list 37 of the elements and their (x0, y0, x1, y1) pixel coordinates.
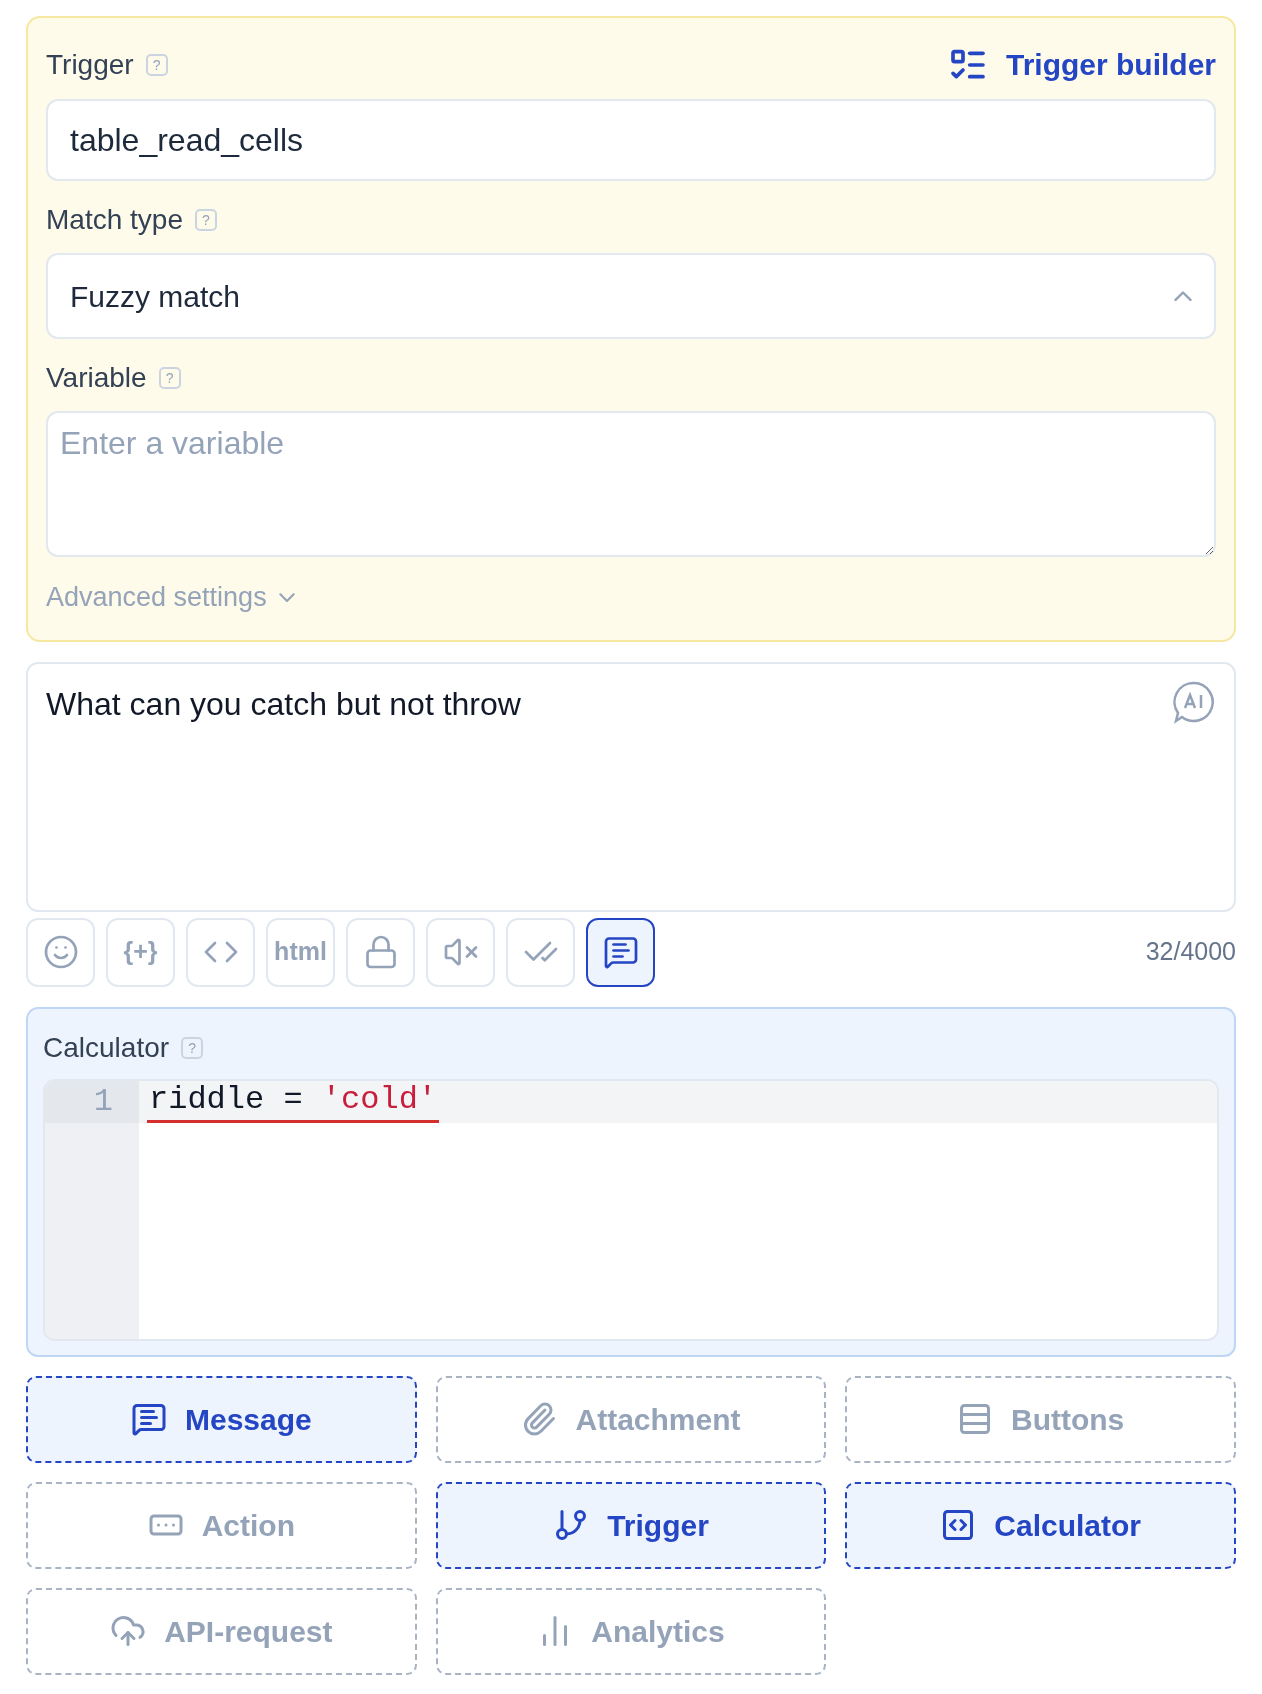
message-text: What can you catch but not throw (46, 684, 521, 724)
format-button[interactable]: html (266, 917, 335, 987)
chat-bubble-icon (130, 1401, 167, 1437)
message-field[interactable]: What can you catch but not throw (26, 661, 1236, 912)
trigger-builder-link[interactable]: Trigger builder (947, 42, 1216, 87)
rows-icon (957, 1401, 993, 1437)
advanced-settings-toggle[interactable]: Advanced settings (46, 577, 295, 618)
help-icon[interactable]: ? (145, 53, 168, 76)
block-type-button[interactable]: Buttons (845, 1375, 1236, 1463)
block-type-button[interactable]: Attachment (435, 1375, 827, 1463)
character-counter: 32/4000 (1145, 936, 1236, 968)
line-number: 1 (45, 1080, 139, 1123)
field-label: Variable (46, 361, 147, 395)
block-type-button[interactable]: Message (26, 1375, 417, 1463)
chat-bubble-icon (602, 934, 639, 970)
block-type-button[interactable]: Trigger (435, 1481, 827, 1569)
field-label: Calculator (43, 1030, 170, 1065)
code-editor[interactable]: 1 riddle = 'cold' (43, 1078, 1219, 1341)
emoji-icon (42, 934, 79, 970)
toolbar-button[interactable] (586, 917, 655, 987)
field-label: Trigger (46, 47, 134, 82)
format-button[interactable]: {+} (106, 917, 175, 987)
code-line: riddle = 'cold' (147, 1080, 440, 1123)
cloud-upload-icon (110, 1613, 147, 1649)
block-type-button[interactable]: Calculator (845, 1481, 1236, 1569)
variable-field[interactable]: Enter a variable (46, 411, 1216, 557)
help-icon[interactable]: ? (194, 209, 217, 231)
block-type-button[interactable]: Analytics (435, 1587, 827, 1675)
field-label: Match type (46, 203, 183, 237)
block-type-button[interactable]: Action (26, 1481, 417, 1569)
ai-chat-icon[interactable] (1172, 679, 1216, 724)
paperclip-icon (521, 1401, 558, 1437)
help-icon[interactable]: ? (158, 367, 181, 389)
match-type-select[interactable]: Fuzzy match (46, 253, 1216, 339)
trigger-input[interactable]: table_read_cells (46, 99, 1216, 181)
help-icon[interactable]: ? (181, 1036, 204, 1059)
block-type-button[interactable]: API-request (26, 1587, 417, 1675)
